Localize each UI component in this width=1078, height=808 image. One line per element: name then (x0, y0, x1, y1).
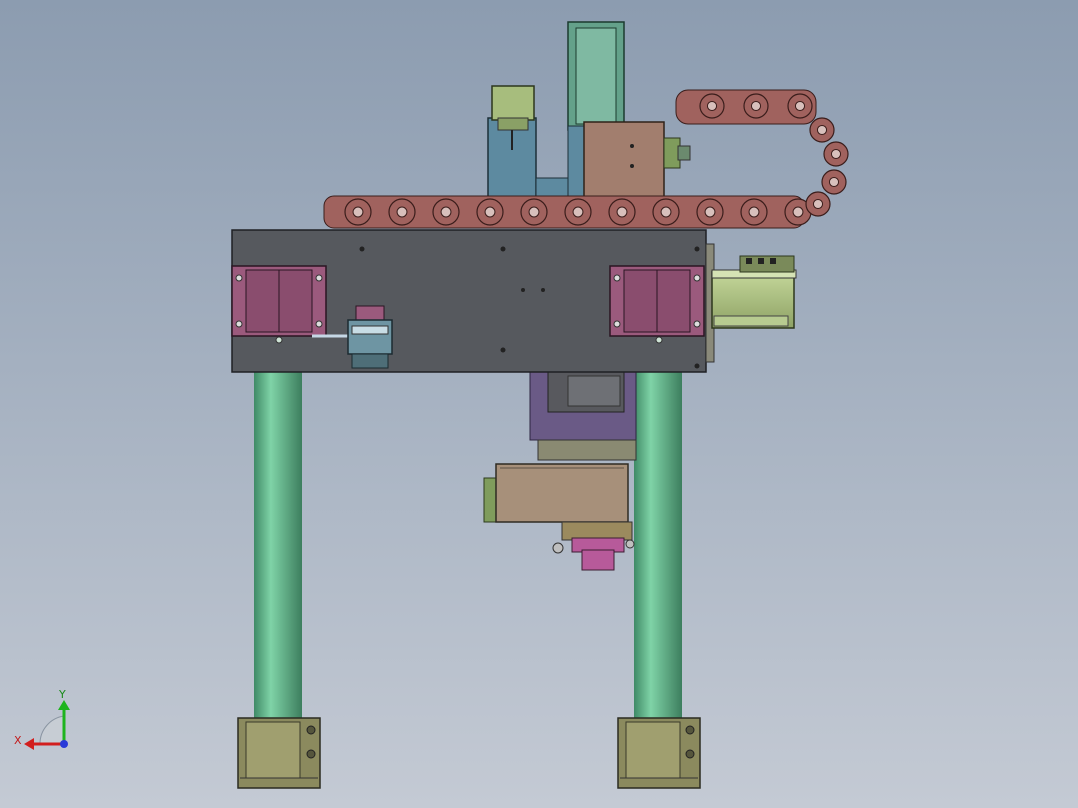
x-axis-arrowhead (24, 738, 34, 750)
z-axis-frame (529, 371, 637, 461)
chain-link-pin (704, 206, 716, 218)
column-left (254, 335, 302, 720)
z-axis-dot (60, 740, 68, 748)
y-axis-label: Y (58, 688, 66, 701)
linear-block-left (231, 265, 327, 337)
cad-viewport[interactable]: Y X (0, 0, 1078, 808)
chain-link-pin (750, 100, 762, 112)
gripper-assembly (483, 463, 635, 571)
top-carriage (487, 21, 691, 199)
chain-link-pin (828, 176, 840, 188)
x-axis-servo-motor (705, 243, 797, 363)
chain-link-pin (830, 148, 842, 160)
chain-link-pin (616, 206, 628, 218)
chain-link-pin (484, 206, 496, 218)
linear-block-right (609, 265, 705, 337)
y-axis-arrowhead (58, 700, 70, 710)
column-right (634, 335, 682, 720)
chain-link-pin (660, 206, 672, 218)
chain-link-pin (792, 206, 804, 218)
chain-link-pin (396, 206, 408, 218)
chain-link-pin (528, 206, 540, 218)
chain-link-pin (352, 206, 364, 218)
chain-link-pin (794, 100, 806, 112)
chain-link-pin (748, 206, 760, 218)
chain-link-pin (812, 198, 824, 210)
chain-link-pin (440, 206, 452, 218)
foot-left (237, 717, 321, 789)
x-axis-label: X (14, 734, 22, 747)
chain-link-pin (706, 100, 718, 112)
chain-link-pin (816, 124, 828, 136)
coordinate-triad: Y X (14, 688, 70, 750)
foot-right (617, 717, 701, 789)
chain-link-pin (572, 206, 584, 218)
